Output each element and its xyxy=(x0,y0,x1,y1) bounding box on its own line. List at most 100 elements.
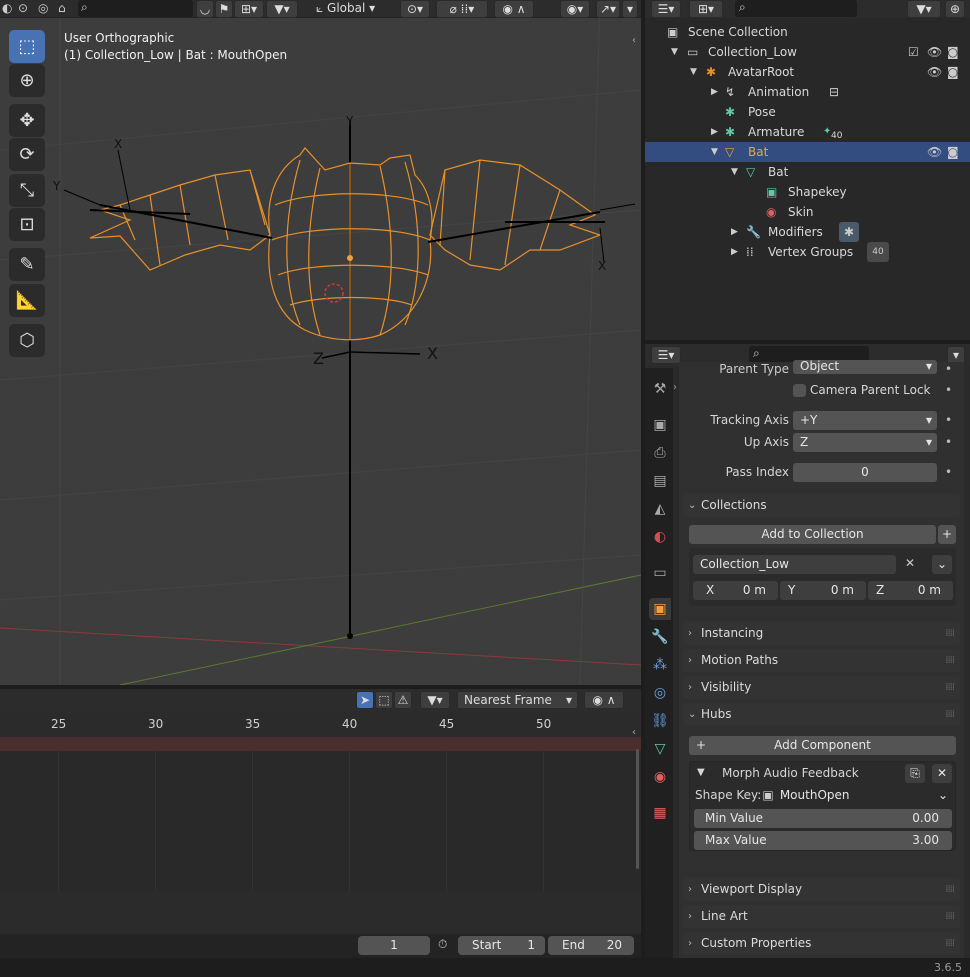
drag-handle-icon[interactable]: ⁞⁞⁞⁞ xyxy=(945,878,955,901)
transform-orientation-select[interactable]: ⟀ Global ▾ xyxy=(316,0,394,17)
collection-menu-button[interactable]: ⌄ xyxy=(932,555,952,574)
collapse-arrow-icon[interactable]: ▶ xyxy=(711,122,718,142)
animate-dot[interactable]: • xyxy=(945,362,952,376)
properties-editor-type-button[interactable]: ☰▾ xyxy=(651,346,681,364)
tab-output[interactable]: ⎙ xyxy=(649,442,671,464)
camera-icon[interactable]: ◙ xyxy=(947,42,959,62)
visibility-panel-header[interactable]: › Visibility ⁞⁞⁞⁞ xyxy=(683,676,960,699)
min-value-field[interactable]: Min Value 0.00 xyxy=(694,809,952,828)
shape-key-select[interactable]: ▣ MouthOpen ⌄ xyxy=(760,786,952,805)
material-icon[interactable]: ◎ xyxy=(38,1,48,15)
gizmo-button[interactable]: ↗▾ xyxy=(596,0,620,18)
visibility-button[interactable]: ◉▾ xyxy=(560,0,590,18)
collapse-arrow-icon[interactable]: ▶ xyxy=(731,242,738,262)
animate-dot[interactable]: • xyxy=(945,383,952,397)
collections-panel-header[interactable]: ⌄ Collections xyxy=(683,494,960,517)
timeline-editor[interactable]: ➤ ⬚ ⚠ ▼▾ Nearest Frame ▾ ◉ ∧ 25 30 35 40 … xyxy=(0,689,641,958)
viewport-display-panel-header[interactable]: › Viewport Display ⁞⁞⁞⁞ xyxy=(683,878,960,901)
add-component-button[interactable]: + Add Component xyxy=(689,736,956,755)
annotate-tool[interactable]: ✎ xyxy=(9,248,45,281)
start-frame-field[interactable]: Start 1 xyxy=(458,936,545,955)
close-icon[interactable]: ✕ xyxy=(905,556,915,570)
timeline-channels[interactable] xyxy=(0,751,641,891)
eye-icon[interactable]: 👁 xyxy=(927,42,942,62)
box-select-button[interactable]: ⬚ xyxy=(375,691,393,709)
outliner-row-animation[interactable]: ▶ ↯ Animation ⊟ xyxy=(645,82,970,102)
line-art-panel-header[interactable]: › Line Art ⁞⁞⁞⁞ xyxy=(683,905,960,928)
overlay-icon[interactable]: ⊙ xyxy=(18,1,28,15)
outliner-search-input[interactable]: ⌕ xyxy=(735,0,857,17)
offset-z-field[interactable]: Z 0 m xyxy=(868,581,953,600)
collapse-component-icon[interactable]: ▼ xyxy=(697,767,705,778)
outliner-row-avatarroot[interactable]: ▼ ✱ AvatarRoot 👁 ◙ xyxy=(645,62,970,82)
drag-handle-icon[interactable]: ⁞⁞⁞⁞ xyxy=(945,649,955,672)
collapse-arrow-icon[interactable]: ▶ xyxy=(711,82,718,102)
tracking-axis-select[interactable]: +Y ▾ xyxy=(793,411,937,430)
motion-paths-panel-header[interactable]: › Motion Paths ⁞⁞⁞⁞ xyxy=(683,649,960,672)
properties-editor[interactable]: ☰▾ ⌕ ▾ ⚒ ▣ ⎙ ▤ ◭ ◐ ▭ ▣ 🔧 ⁂ ◎ ⛓ ▽ ◉ ▦ › P… xyxy=(645,344,970,958)
end-frame-field[interactable]: End 20 xyxy=(548,936,634,955)
checkbox-icon[interactable]: ☑ xyxy=(908,42,919,62)
outliner-row-modifiers[interactable]: ▶ 🔧 Modifiers ✱ xyxy=(645,222,970,242)
expand-arrow-icon[interactable]: ▼ xyxy=(671,42,678,62)
remove-component-icon[interactable]: ✕ xyxy=(932,764,952,783)
outliner-row-scene-collection[interactable]: ▣ Scene Collection xyxy=(645,22,970,42)
outliner-row-armature[interactable]: ▶ ✱ Armature ✦ 40 xyxy=(645,122,970,142)
bucket-icon[interactable]: ⌂ xyxy=(58,1,66,15)
parent-type-select[interactable]: Object ▾ xyxy=(793,360,937,374)
overlay-options-button[interactable]: ▾ xyxy=(622,0,638,18)
bookmark-button[interactable]: ⚑ xyxy=(215,0,233,18)
tab-texture[interactable]: ▦ xyxy=(649,802,671,824)
up-axis-select[interactable]: Z ▾ xyxy=(793,433,937,452)
viewport-search-input[interactable]: ⌕ xyxy=(78,0,193,17)
camera-icon[interactable]: ◙ xyxy=(947,142,959,162)
outliner-filter-button[interactable]: ▼▾ xyxy=(907,0,941,18)
collection-name-field[interactable]: Collection_Low xyxy=(693,555,896,574)
drag-handle-icon[interactable]: ⁞⁞⁞⁞ xyxy=(945,622,955,645)
tab-data[interactable]: ▽ xyxy=(649,738,671,760)
max-value-field[interactable]: Max Value 3.00 xyxy=(694,831,952,850)
eye-icon[interactable]: 👁 xyxy=(927,142,942,162)
sidebar-toggle-icon[interactable]: ‹ xyxy=(632,35,636,46)
warning-button[interactable]: ⚠ xyxy=(394,691,412,709)
tab-constraints[interactable]: ⛓ xyxy=(649,710,671,732)
outliner-row-bat-mesh[interactable]: ▼ ▽ Bat xyxy=(645,162,970,182)
paste-icon[interactable]: ⎘ xyxy=(905,764,925,783)
drag-handle-icon[interactable]: ⁞⁞⁞⁞ xyxy=(945,676,955,699)
pivot-point-button[interactable]: ⊙▾ xyxy=(400,0,430,18)
rotate-tool[interactable]: ⟳ xyxy=(9,138,45,171)
add-collection-plus-button[interactable]: + xyxy=(938,525,956,544)
tab-render[interactable]: ▣ xyxy=(649,414,671,436)
tab-collection[interactable]: ▭ xyxy=(649,562,671,584)
outliner-row-shapekey[interactable]: ▣ Shapekey xyxy=(645,182,970,202)
tab-tool[interactable]: ⚒ xyxy=(649,378,671,400)
cursor-tool[interactable]: ⊕ xyxy=(9,64,45,97)
hubs-panel-header[interactable]: ⌄ Hubs ⁞⁞⁞⁞ xyxy=(683,703,960,726)
transform-tool[interactable]: ⊡ xyxy=(9,208,45,241)
timeline-sidebar-toggle[interactable]: ‹ xyxy=(632,727,636,738)
3d-viewport[interactable]: Y X Y Z X X ◐ ⊙ ◎ ⌂ ⌕ ◡ ⚑ ⊞▾ ▼▾ ⟀ Global… xyxy=(0,0,641,685)
select-box-tool[interactable]: ⬚ xyxy=(9,30,45,63)
offset-y-field[interactable]: Y 0 m xyxy=(780,581,866,600)
tab-object[interactable]: ▣ xyxy=(649,598,671,620)
outliner-row-collection-low[interactable]: ▼ ▭ Collection_Low ☑ 👁 ◙ xyxy=(645,42,970,62)
outliner-editor-type-button[interactable]: ☰▾ xyxy=(651,0,681,18)
timeline-scrollbar[interactable] xyxy=(636,749,639,869)
animate-dot[interactable]: • xyxy=(945,413,952,427)
tab-material[interactable]: ◉ xyxy=(649,766,671,788)
outliner[interactable]: ☰▾ ⊞▾ ⌕ ▼▾ ⊕ ▣ Scene Collection ▼ ▭ Coll… xyxy=(645,0,970,340)
tab-view-layer[interactable]: ▤ xyxy=(649,470,671,492)
tab-modifiers[interactable]: 🔧 xyxy=(649,626,671,648)
scale-tool[interactable]: ⤡ xyxy=(9,174,45,207)
tab-particles[interactable]: ⁂ xyxy=(649,654,671,676)
tab-world[interactable]: ◐ xyxy=(649,526,671,548)
snap-mode-select[interactable]: Nearest Frame ▾ xyxy=(457,691,578,709)
new-collection-button[interactable]: ⊕ xyxy=(945,0,965,18)
outliner-row-skin[interactable]: ◉ Skin xyxy=(645,202,970,222)
snap-button[interactable]: ⌀ ⁞⁞▾ xyxy=(436,0,488,18)
drag-handle-icon[interactable]: ⁞⁞⁞⁞ xyxy=(945,703,955,726)
tabs-scroll-icon[interactable]: › xyxy=(673,382,677,393)
select-mode-button[interactable]: ➤ xyxy=(356,691,374,709)
expand-arrow-icon[interactable]: ▼ xyxy=(711,142,718,162)
collapse-arrow-icon[interactable]: ▶ xyxy=(731,222,738,242)
